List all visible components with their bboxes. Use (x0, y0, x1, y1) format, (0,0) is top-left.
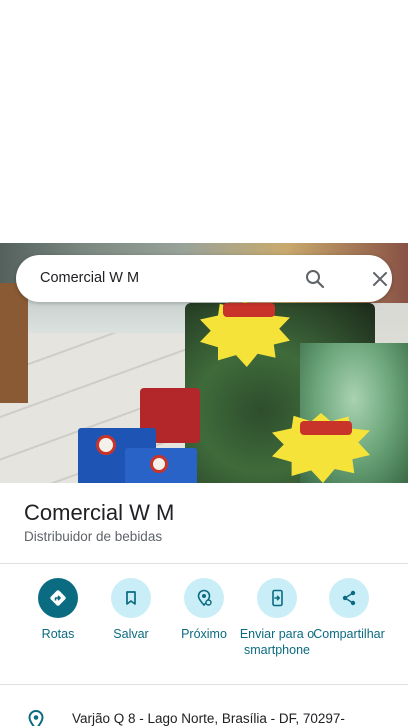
save-label: Salvar (113, 627, 149, 641)
search-query-text[interactable]: Comercial W M (40, 255, 139, 302)
address-text[interactable]: Varjão Q 8 - Lago Norte, Brasília - DF, … (72, 711, 345, 726)
share-button[interactable]: Compartilhar (309, 578, 389, 642)
photo-promo-tag (223, 303, 275, 317)
place-title: Comercial W M (24, 500, 175, 525)
search-icon[interactable] (303, 267, 327, 291)
divider (0, 684, 408, 685)
place-category[interactable]: Distribuidor de bebidas (24, 529, 162, 544)
send-to-phone-label: Enviar para o smartphone (239, 627, 315, 657)
close-icon[interactable] (368, 267, 392, 291)
save-button[interactable]: Salvar (91, 578, 171, 642)
map-area-blank (0, 0, 408, 243)
nearby-label: Próximo (181, 627, 227, 641)
directions-label: Rotas (41, 627, 75, 641)
search-bar[interactable]: Comercial W M (16, 255, 392, 302)
location-pin-icon (24, 708, 48, 726)
photo-beer-logo (96, 435, 116, 455)
send-to-phone-icon (257, 578, 297, 618)
directions-button[interactable]: Rotas (18, 578, 98, 642)
photo-cabinet (0, 283, 28, 403)
divider (0, 563, 408, 564)
directions-icon (38, 578, 78, 618)
share-label: Compartilhar (313, 627, 385, 641)
nearby-icon (184, 578, 224, 618)
nearby-button[interactable]: Próximo (164, 578, 244, 642)
photo-beer-logo (150, 455, 168, 473)
bookmark-icon (111, 578, 151, 618)
send-to-phone-button[interactable]: Enviar para o smartphone (237, 578, 317, 658)
share-icon (329, 578, 369, 618)
photo-promo-tag (300, 421, 352, 435)
